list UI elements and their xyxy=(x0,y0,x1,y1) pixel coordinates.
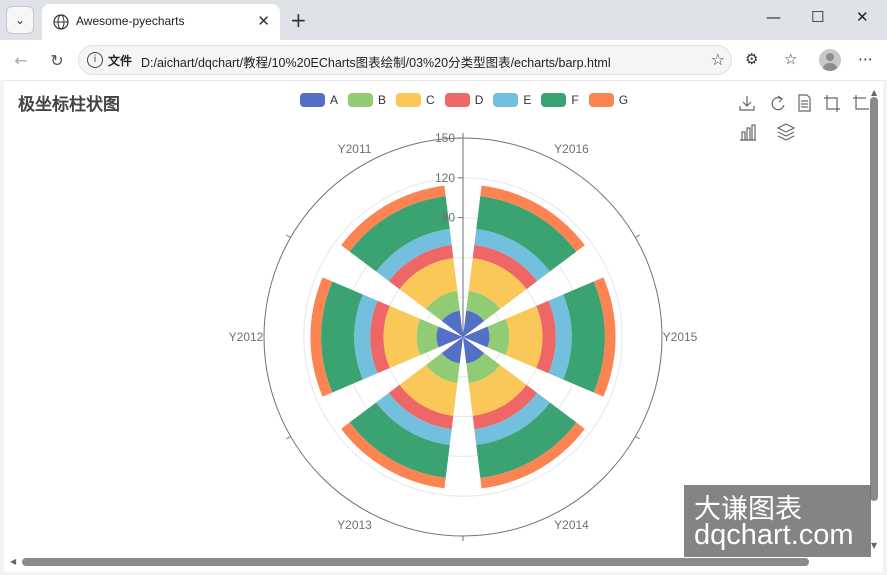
category-label: Y2014 xyxy=(554,518,589,532)
category-label: Y2016 xyxy=(554,142,589,156)
angle-axis-tick xyxy=(635,234,640,238)
category-label: Y2012 xyxy=(229,330,264,344)
scroll-down-icon[interactable]: ▼ xyxy=(871,541,877,550)
scroll-left-icon[interactable]: ◀ xyxy=(10,557,16,566)
watermark: 大谦图表 dqchart.com xyxy=(684,485,871,557)
angle-axis-tick xyxy=(286,234,291,238)
bar-B-Y2012[interactable] xyxy=(487,318,510,356)
bar-B-Y2015[interactable] xyxy=(416,318,439,356)
bar-C-Y2015[interactable] xyxy=(383,305,421,369)
radius-tick-label: 90 xyxy=(442,211,456,225)
category-label: Y2011 xyxy=(338,142,372,156)
category-label: Y2013 xyxy=(337,518,372,532)
angle-axis-tick xyxy=(635,436,640,440)
angle-axis-tick xyxy=(286,436,291,440)
radius-tick-label: 120 xyxy=(435,171,455,185)
category-label: Y2015 xyxy=(663,330,698,344)
scroll-up-icon[interactable]: ▲ xyxy=(871,88,877,97)
radius-tick-label: 150 xyxy=(435,131,455,145)
watermark-line2: dqchart.com xyxy=(694,519,854,551)
vertical-scrollbar[interactable] xyxy=(870,97,878,501)
polar-axes: Y2016 Y2015 Y2014 Y2013 Y2012 Y2011 150 120 90 xyxy=(229,131,698,541)
bar-C-Y2012[interactable] xyxy=(505,305,543,369)
horizontal-scrollbar[interactable] xyxy=(22,558,809,566)
